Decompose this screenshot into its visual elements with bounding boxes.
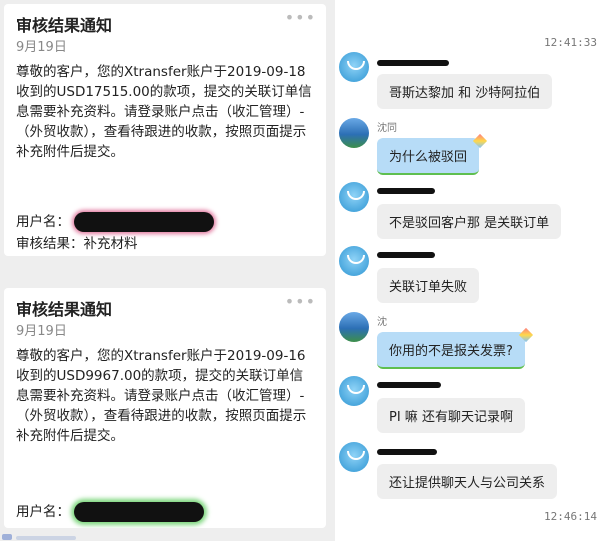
- result-value: 补充材料: [83, 236, 138, 252]
- chat-bubble[interactable]: 为什么被驳回: [377, 138, 480, 175]
- notification-list: 审核结果通知 9月19日 ••• 尊敬的客户，您的Xtransfer账户于201…: [0, 0, 335, 541]
- card-body: 尊敬的客户，您的Xtransfer账户于2019-09-16收到的USD9967…: [16, 348, 307, 444]
- card-date: 9月19日: [16, 40, 67, 55]
- redaction-mark: [74, 212, 215, 232]
- username-row: 用户名：: [16, 500, 205, 522]
- username-label: 用户名：: [16, 504, 70, 520]
- smiley-avatar-icon[interactable]: [339, 442, 369, 472]
- sender-name-redacted: [377, 60, 449, 66]
- landscape-avatar-icon[interactable]: [339, 118, 369, 148]
- card-date: 9月19日: [16, 324, 67, 339]
- chat-bubble[interactable]: 关联订单失败: [377, 268, 480, 303]
- sender-name-redacted: [377, 449, 437, 455]
- smiley-avatar-icon[interactable]: [339, 182, 369, 212]
- chat-bubble[interactable]: 不是驳回客户那 是关联订单: [377, 204, 562, 239]
- username-label: 用户名：: [16, 214, 70, 230]
- app-icon: [2, 534, 12, 540]
- sender-name: 沈: [377, 317, 387, 328]
- username-row: 用户名：: [16, 210, 215, 232]
- sender-name: 沈同: [377, 123, 397, 134]
- more-dots-icon[interactable]: •••: [285, 292, 316, 311]
- card-title: 审核结果通知: [16, 16, 113, 35]
- sender-name-redacted: [377, 188, 435, 194]
- sender-name-redacted: [377, 382, 441, 388]
- notification-card[interactable]: 审核结果通知 9月19日 ••• 尊敬的客户，您的Xtransfer账户于201…: [4, 288, 326, 528]
- result-row: 审核结果：补充材料: [16, 232, 138, 252]
- chat-pane: 12:41:33 哥斯达黎加 和 沙特阿拉伯 沈同 为什么被驳回 不是驳回客户那…: [335, 0, 615, 541]
- chat-bubble[interactable]: 你用的不是报关发票?: [377, 332, 525, 369]
- chat-bubble[interactable]: PI 嘛 还有聊天记录啊: [377, 398, 525, 433]
- smiley-avatar-icon[interactable]: [339, 52, 369, 82]
- timestamp: 12:46:14: [544, 510, 597, 523]
- notification-card[interactable]: 审核结果通知 9月19日 ••• 尊敬的客户，您的Xtransfer账户于201…: [4, 4, 326, 256]
- sender-name-redacted: [377, 252, 435, 258]
- more-dots-icon[interactable]: •••: [285, 8, 316, 27]
- card-title: 审核结果通知: [16, 300, 113, 319]
- result-label: 审核结果：: [16, 236, 84, 252]
- redaction-mark: [74, 502, 205, 522]
- redaction-mark: [16, 536, 76, 540]
- chat-bubble[interactable]: 哥斯达黎加 和 沙特阿拉伯: [377, 74, 553, 109]
- smiley-avatar-icon[interactable]: [339, 246, 369, 276]
- smiley-avatar-icon[interactable]: [339, 376, 369, 406]
- card-body: 尊敬的客户，您的Xtransfer账户于2019-09-18收到的USD1751…: [16, 64, 312, 160]
- timestamp: 12:41:33: [544, 36, 597, 49]
- chat-bubble[interactable]: 还让提供聊天人与公司关系: [377, 464, 558, 499]
- landscape-avatar-icon[interactable]: [339, 312, 369, 342]
